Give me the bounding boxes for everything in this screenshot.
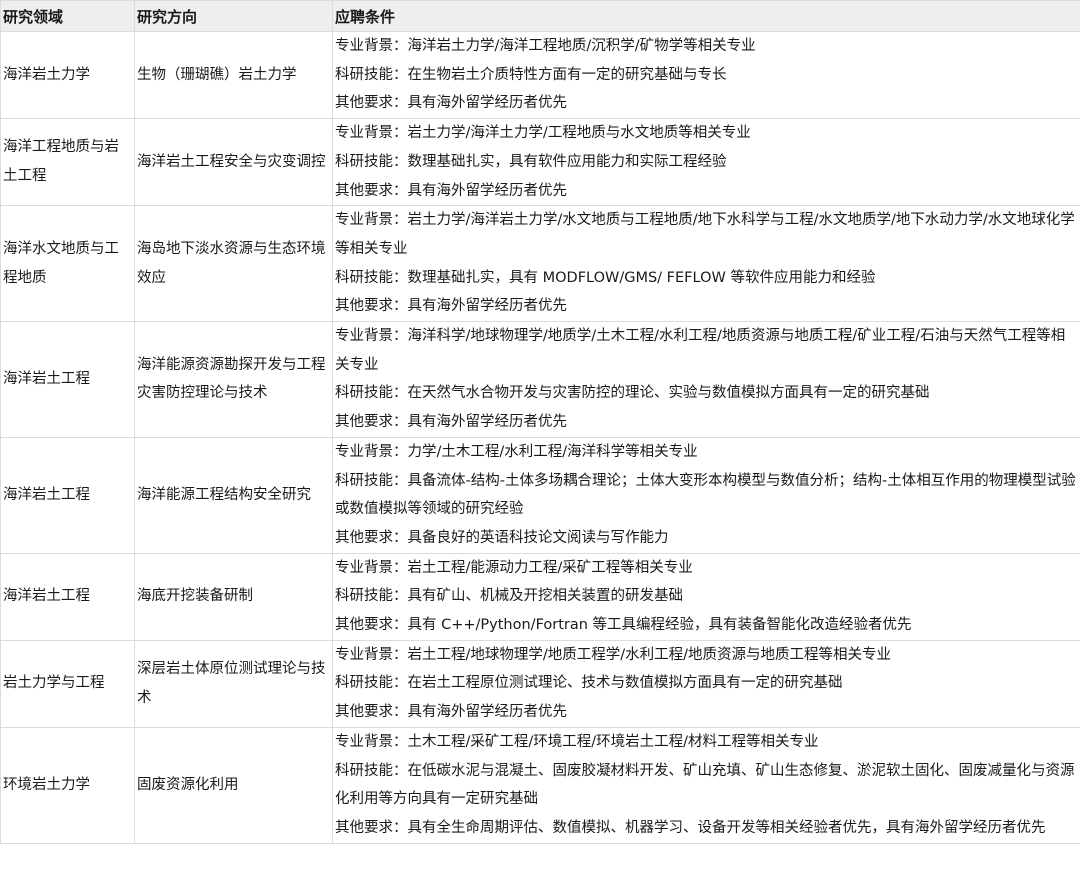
table-row: 环境岩土力学 固废资源化利用 专业背景：土木工程/采矿工程/环境工程/环境岩土工… xyxy=(0,726,1080,844)
requirement-skills: 科研技能：具有矿山、机械及开挖相关装置的研发基础 xyxy=(335,588,683,605)
requirements-cell: 专业背景：岩土力学/海洋岩土力学/水文地质与工程地质/地下水科学与工程/水文地质… xyxy=(332,205,1080,323)
research-direction-cell: 生物（珊瑚礁）岩土力学 xyxy=(134,30,333,120)
research-direction-cell: 固废资源化利用 xyxy=(134,726,333,844)
table-row: 海洋岩土工程 海洋能源工程结构安全研究 专业背景：力学/土木工程/水利工程/海洋… xyxy=(0,436,1080,554)
requirement-other: 其他要求：具有海外留学经历者优先 xyxy=(335,182,567,199)
research-field-cell: 海洋水文地质与工程地质 xyxy=(0,205,135,323)
requirement-other: 其他要求：具有 C++/Python/Fortran 等工具编程经验，具有装备智… xyxy=(335,617,912,634)
table-header-row: 研究领域 研究方向 应聘条件 xyxy=(0,0,1080,32)
requirements-cell: 专业背景：岩土工程/能源动力工程/采矿工程等相关专业 科研技能：具有矿山、机械及… xyxy=(332,552,1080,641)
requirements-cell: 专业背景：岩土力学/海洋土力学/工程地质与水文地质等相关专业 科研技能：数理基础… xyxy=(332,118,1080,207)
requirements-cell: 专业背景：力学/土木工程/水利工程/海洋科学等相关专业 科研技能：具备流体-结构… xyxy=(332,436,1080,554)
requirements-cell: 专业背景：土木工程/采矿工程/环境工程/环境岩土工程/材料工程等相关专业 科研技… xyxy=(332,726,1080,844)
requirement-other: 其他要求：具有全生命周期评估、数值模拟、机器学习、设备开发等相关经验者优先，具有… xyxy=(335,819,1046,836)
requirements-cell: 专业背景：岩土工程/地球物理学/地质工程学/水利工程/地质资源与地质工程等相关专… xyxy=(332,639,1080,728)
requirement-major: 专业背景：岩土力学/海洋土力学/工程地质与水文地质等相关专业 xyxy=(335,125,751,142)
requirement-other: 其他要求：具有海外留学经历者优先 xyxy=(335,95,567,112)
requirement-major: 专业背景：力学/土木工程/水利工程/海洋科学等相关专业 xyxy=(335,443,698,460)
requirements-cell: 专业背景：海洋科学/地球物理学/地质学/土木工程/水利工程/地质资源与地质工程/… xyxy=(332,321,1080,438)
requirement-skills: 科研技能：在岩土工程原位测试理论、技术与数值模拟方面具有一定的研究基础 xyxy=(335,675,843,692)
research-field-cell: 海洋岩土工程 xyxy=(0,552,135,641)
requirement-skills: 科研技能：在低碳水泥与混凝土、固废胶凝材料开发、矿山充填、矿山生态修复、淤泥软土… xyxy=(335,762,1075,808)
requirement-skills: 科研技能：在天然气水合物开发与灾害防控的理论、实验与数值模拟方面具有一定的研究基… xyxy=(335,385,930,402)
research-field-cell: 岩土力学与工程 xyxy=(0,639,135,728)
research-direction-cell: 深层岩土体原位测试理论与技术 xyxy=(134,639,333,728)
table-row: 海洋岩土工程 海底开挖装备研制 专业背景：岩土工程/能源动力工程/采矿工程等相关… xyxy=(0,552,1080,641)
requirement-other: 其他要求：具有海外留学经历者优先 xyxy=(335,704,567,721)
requirement-major: 专业背景：海洋科学/地球物理学/地质学/土木工程/水利工程/地质资源与地质工程/… xyxy=(335,328,1066,373)
research-direction-cell: 海底开挖装备研制 xyxy=(134,552,333,641)
research-field-cell: 海洋岩土工程 xyxy=(0,321,135,438)
requirement-other: 其他要求：具有海外留学经历者优先 xyxy=(335,414,567,431)
header-research-field: 研究领域 xyxy=(0,0,135,32)
research-field-cell: 海洋岩土力学 xyxy=(0,30,135,120)
research-direction-cell: 海洋能源工程结构安全研究 xyxy=(134,436,333,554)
research-direction-cell: 海洋岩土工程安全与灾变调控 xyxy=(134,118,333,207)
header-requirements: 应聘条件 xyxy=(332,0,1080,32)
research-direction-cell: 海洋能源资源勘探开发与工程灾害防控理论与技术 xyxy=(134,321,333,438)
requirement-major: 专业背景：土木工程/采矿工程/环境工程/环境岩土工程/材料工程等相关专业 xyxy=(335,733,819,750)
header-research-direction: 研究方向 xyxy=(134,0,333,32)
requirement-other: 其他要求：具备良好的英语科技论文阅读与写作能力 xyxy=(335,529,669,546)
table-row: 岩土力学与工程 深层岩土体原位测试理论与技术 专业背景：岩土工程/地球物理学/地… xyxy=(0,639,1080,728)
requirement-major: 专业背景：岩土工程/能源动力工程/采矿工程等相关专业 xyxy=(335,559,693,576)
requirement-major: 专业背景：岩土力学/海洋岩土力学/水文地质与工程地质/地下水科学与工程/水文地质… xyxy=(335,212,1075,257)
requirement-other: 其他要求：具有海外留学经历者优先 xyxy=(335,298,567,315)
requirement-skills: 科研技能：具备流体-结构-土体多场耦合理论；土体大变形本构模型与数值分析；结构-… xyxy=(335,472,1076,518)
table-row: 海洋岩土工程 海洋能源资源勘探开发与工程灾害防控理论与技术 专业背景：海洋科学/… xyxy=(0,321,1080,438)
table-row: 海洋工程地质与岩土工程 海洋岩土工程安全与灾变调控 专业背景：岩土力学/海洋土力… xyxy=(0,118,1080,207)
requirement-skills: 科研技能：数理基础扎实，具有 MODFLOW/GMS/ FEFLOW 等软件应用… xyxy=(335,269,876,286)
requirement-major: 专业背景：海洋岩土力学/海洋工程地质/沉积学/矿物学等相关专业 xyxy=(335,38,756,54)
recruitment-table: 研究领域 研究方向 应聘条件 海洋岩土力学 生物（珊瑚礁）岩土力学 专业背景：海… xyxy=(0,0,1080,844)
requirement-skills: 科研技能：数理基础扎实，具有软件应用能力和实际工程经验 xyxy=(335,153,727,170)
research-field-cell: 海洋岩土工程 xyxy=(0,436,135,554)
requirement-skills: 科研技能：在生物岩土介质特性方面有一定的研究基础与专长 xyxy=(335,66,727,83)
research-direction-cell: 海岛地下淡水资源与生态环境效应 xyxy=(134,205,333,323)
table-row: 海洋岩土力学 生物（珊瑚礁）岩土力学 专业背景：海洋岩土力学/海洋工程地质/沉积… xyxy=(0,30,1080,120)
research-field-cell: 环境岩土力学 xyxy=(0,726,135,844)
table-row: 海洋水文地质与工程地质 海岛地下淡水资源与生态环境效应 专业背景：岩土力学/海洋… xyxy=(0,205,1080,323)
requirement-major: 专业背景：岩土工程/地球物理学/地质工程学/水利工程/地质资源与地质工程等相关专… xyxy=(335,646,892,663)
requirements-cell: 专业背景：海洋岩土力学/海洋工程地质/沉积学/矿物学等相关专业 科研技能：在生物… xyxy=(332,30,1080,120)
research-field-cell: 海洋工程地质与岩土工程 xyxy=(0,118,135,207)
